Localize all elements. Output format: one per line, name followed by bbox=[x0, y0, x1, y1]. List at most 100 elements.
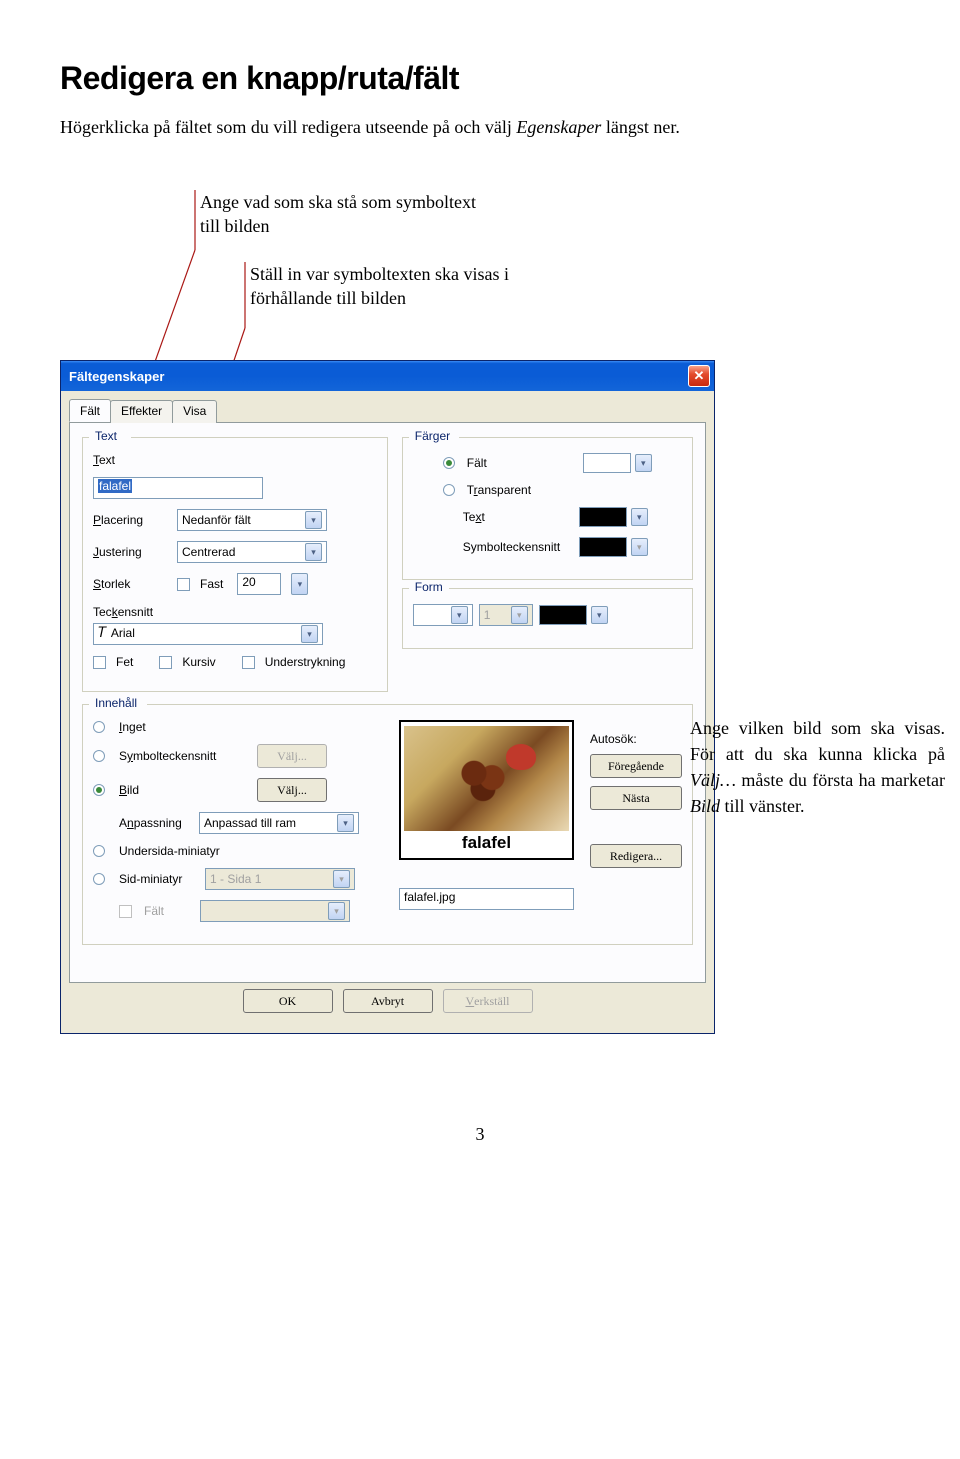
radio-transparent[interactable] bbox=[443, 484, 455, 496]
chevron-down-icon[interactable]: ▾ bbox=[291, 573, 308, 595]
combo-sidminiatyr: 1 - Sida 1 ▾ bbox=[205, 868, 355, 890]
intro-em: Egenskaper bbox=[516, 117, 601, 137]
combo-placering[interactable]: Nedanför fält ▾ bbox=[177, 509, 327, 531]
ann-right-em1: Välj… bbox=[690, 770, 736, 790]
dialog-titlebar[interactable]: Fältegenskaper ✕ bbox=[61, 361, 714, 391]
truetype-icon: 𝑇 bbox=[98, 626, 107, 641]
check-fast[interactable] bbox=[177, 578, 190, 591]
btn-verkstall: Verkställ bbox=[443, 989, 533, 1013]
check-kursiv[interactable] bbox=[159, 656, 172, 669]
image-caption: falafel bbox=[462, 833, 511, 853]
tab-falt[interactable]: Fält bbox=[69, 399, 111, 422]
btn-valj-symbol: Välj... bbox=[257, 744, 327, 768]
chevron-down-icon: ▾ bbox=[333, 870, 350, 888]
group-form: Form ▾ 1 ▾ bbox=[402, 588, 693, 649]
page-heading: Redigera en knapp/ruta/fält bbox=[60, 60, 900, 97]
chevron-down-icon: ▾ bbox=[631, 538, 648, 556]
chevron-down-icon[interactable]: ▾ bbox=[635, 454, 652, 472]
label-kursiv: Kursiv bbox=[182, 655, 215, 669]
swatch-symbol bbox=[579, 537, 627, 557]
dialog-title: Fältegenskaper bbox=[69, 369, 164, 384]
label-teckensnitt: Teckensnitt bbox=[93, 605, 153, 619]
btn-foregaende[interactable]: Föregående bbox=[590, 754, 682, 778]
radio-falt[interactable] bbox=[443, 457, 455, 469]
annotation-position: Ställ in var symboltexten ska visas i fö… bbox=[250, 262, 580, 311]
group-content-title: Innehåll bbox=[91, 696, 141, 710]
label-transparent: Transparent bbox=[467, 483, 531, 497]
check-fet[interactable] bbox=[93, 656, 106, 669]
ann-right-em2: Bild bbox=[690, 796, 720, 816]
btn-valj-bild[interactable]: Välj... bbox=[257, 778, 327, 802]
label-storlek: Storlek bbox=[93, 577, 171, 591]
label-fet: Fet bbox=[116, 655, 133, 669]
intro-paragraph: Högerklicka på fältet som du vill redige… bbox=[60, 115, 900, 140]
swatch-form[interactable] bbox=[539, 605, 587, 625]
radio-inget[interactable] bbox=[93, 721, 105, 733]
annotation-right: Ange vilken bild som ska visas. För att … bbox=[690, 715, 945, 819]
combo-font-value: Arial bbox=[111, 626, 135, 640]
label-anpassning: Anpassning bbox=[119, 816, 191, 830]
dialog-window: Fältegenskaper ✕ Fält Effekter Visa Text bbox=[60, 360, 715, 1034]
radio-sidminiatyr[interactable] bbox=[93, 873, 105, 885]
chevron-down-icon[interactable]: ▾ bbox=[301, 625, 318, 643]
label-sidminiatyr: Sid-miniatyr bbox=[119, 872, 197, 886]
radio-undersida[interactable] bbox=[93, 845, 105, 857]
ann-right-3: till vänster. bbox=[720, 796, 805, 816]
group-content: Innehåll Inget Symbolteckensnitt Välj bbox=[82, 704, 693, 945]
chevron-down-icon[interactable]: ▾ bbox=[305, 511, 322, 529]
input-text-value: falafel bbox=[98, 479, 132, 493]
swatch-falt[interactable] bbox=[583, 453, 631, 473]
chevron-down-icon[interactable]: ▾ bbox=[591, 606, 608, 624]
thickness-value: 1 bbox=[484, 608, 491, 622]
chevron-down-icon[interactable]: ▾ bbox=[337, 814, 354, 832]
label-placering: Placering bbox=[93, 513, 171, 527]
tab-effekter[interactable]: Effekter bbox=[110, 400, 173, 423]
btn-redigera[interactable]: Redigera... bbox=[590, 844, 682, 868]
group-colors: Färger Fält ▾ bbox=[402, 437, 693, 580]
combo-thickness: 1 ▾ bbox=[479, 604, 533, 626]
label-text: Text bbox=[93, 453, 171, 467]
group-text: Text Text falafel Placer bbox=[82, 437, 388, 692]
combo-justering-value: Centrerad bbox=[182, 545, 235, 559]
btn-avbryt[interactable]: Avbryt bbox=[343, 989, 433, 1013]
label-content-symbol: Symbolteckensnitt bbox=[119, 749, 249, 763]
image-preview: falafel bbox=[399, 720, 574, 860]
label-color-falt: Fält bbox=[467, 456, 577, 470]
group-form-title: Form bbox=[411, 580, 447, 594]
intro-text-post: längst ner. bbox=[601, 117, 680, 137]
input-size[interactable]: 20 bbox=[237, 573, 281, 595]
label-color-symbol: Symbolteckensnitt bbox=[463, 540, 573, 554]
chevron-down-icon[interactable]: ▾ bbox=[631, 508, 648, 526]
group-colors-title: Färger bbox=[411, 429, 454, 443]
radio-symbol[interactable] bbox=[93, 750, 105, 762]
swatch-text[interactable] bbox=[579, 507, 627, 527]
chevron-down-icon[interactable]: ▾ bbox=[305, 543, 322, 561]
page-number: 3 bbox=[60, 1124, 900, 1145]
ann-right-2: måste du första ha marketar bbox=[736, 770, 945, 790]
tab-visa[interactable]: Visa bbox=[172, 400, 217, 423]
ann-right-1: Ange vilken bild som ska visas. För att … bbox=[690, 718, 945, 764]
combo-anpassning[interactable]: Anpassad till ram ▾ bbox=[199, 812, 359, 834]
input-filename[interactable]: falafel.jpg bbox=[399, 888, 574, 910]
chevron-down-icon: ▾ bbox=[511, 606, 528, 624]
btn-ok[interactable]: OK bbox=[243, 989, 333, 1013]
tab-strip: Fält Effekter Visa bbox=[69, 399, 706, 423]
check-content-falt bbox=[119, 905, 132, 918]
combo-shape[interactable]: ▾ bbox=[413, 604, 473, 626]
group-text-title: Text bbox=[91, 429, 121, 443]
radio-bild[interactable] bbox=[93, 784, 105, 796]
label-inget: Inget bbox=[119, 720, 146, 734]
chevron-down-icon[interactable]: ▾ bbox=[451, 606, 468, 624]
combo-anpassning-value: Anpassad till ram bbox=[204, 816, 296, 830]
btn-nasta[interactable]: Nästa bbox=[590, 786, 682, 810]
intro-text-pre: Högerklicka på fältet som du vill redige… bbox=[60, 117, 516, 137]
combo-justering[interactable]: Centrerad ▾ bbox=[177, 541, 327, 563]
combo-font[interactable]: 𝑇 Arial ▾ bbox=[93, 623, 323, 645]
input-text[interactable]: falafel bbox=[93, 477, 263, 499]
combo-content-falt: ▾ bbox=[200, 900, 350, 922]
label-undersida: Undersida-miniatyr bbox=[119, 844, 220, 858]
check-under[interactable] bbox=[242, 656, 255, 669]
label-content-falt: Fält bbox=[144, 904, 192, 918]
label-autosok: Autosök: bbox=[590, 732, 682, 746]
close-icon[interactable]: ✕ bbox=[688, 365, 710, 387]
